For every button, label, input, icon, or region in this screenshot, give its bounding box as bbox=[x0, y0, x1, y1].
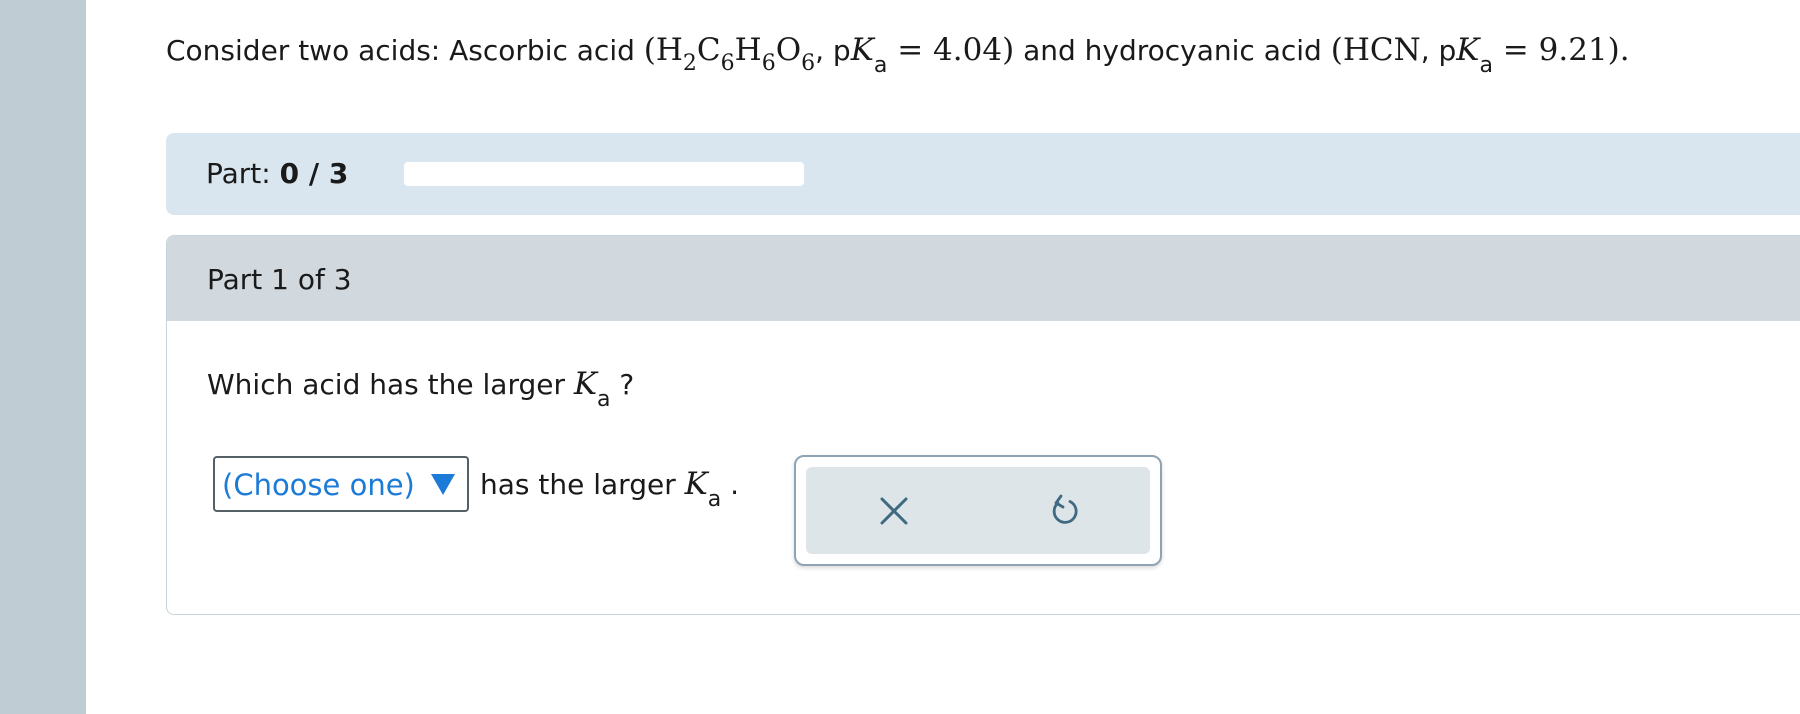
left-rail bbox=[0, 0, 86, 714]
undo-icon bbox=[1052, 494, 1078, 524]
dropdown-arrow-icon bbox=[431, 474, 455, 495]
formula-subscript: 6 bbox=[761, 51, 776, 76]
a-subscript: a bbox=[597, 387, 611, 412]
formula-subscript: 6 bbox=[720, 51, 735, 76]
formula-part: C bbox=[696, 32, 721, 68]
a-subscript: a bbox=[1479, 53, 1493, 78]
hcn-pka-value: = 9.21) bbox=[1492, 32, 1620, 68]
suffix-period: . bbox=[721, 468, 740, 501]
a-subscript: a bbox=[873, 53, 888, 78]
ascorbic-pka-value: = 4.04) bbox=[887, 32, 1015, 68]
answer-row: (Choose one) has the larger Ka . bbox=[213, 456, 739, 512]
stem-end: . bbox=[1619, 32, 1630, 68]
x-icon bbox=[880, 497, 908, 525]
stem-mid: and hydrocyanic acid bbox=[1014, 34, 1331, 67]
prompt-question-mark: ? bbox=[610, 368, 635, 401]
part-card: Part 1 of 3 Which acid has the larger Ka… bbox=[166, 235, 1800, 615]
dropdown-value: (Choose one) bbox=[222, 468, 415, 502]
part-progress-label: Part: 0 / 3 bbox=[206, 157, 348, 190]
hcn-formula: (HCN bbox=[1330, 32, 1421, 68]
part-progress-bar: Part: 0 / 3 bbox=[166, 133, 1800, 215]
pka-prefix: , p bbox=[815, 34, 851, 67]
undo-button[interactable] bbox=[1039, 485, 1091, 537]
answer-tools-panel bbox=[794, 455, 1162, 566]
k-symbol: K bbox=[684, 466, 708, 502]
k-symbol: K bbox=[850, 32, 874, 68]
answer-tools-inner bbox=[806, 467, 1150, 554]
suffix-text: has the larger bbox=[480, 468, 685, 501]
formula-subscript: 2 bbox=[682, 51, 697, 76]
a-subscript: a bbox=[707, 487, 722, 512]
formula-part: O bbox=[775, 32, 802, 68]
k-symbol: K bbox=[1456, 32, 1480, 68]
stem-intro: Consider two acids: Ascorbic acid bbox=[166, 34, 644, 67]
formula-part: (H bbox=[643, 32, 683, 68]
question-stem: Consider two acids: Ascorbic acid (H2C6H… bbox=[166, 30, 1800, 77]
clear-button[interactable] bbox=[868, 485, 920, 537]
part-header: Part 1 of 3 bbox=[167, 236, 1800, 321]
progress-value: 0 / 3 bbox=[279, 157, 349, 190]
formula-subscript: 6 bbox=[801, 51, 816, 76]
k-symbol: K bbox=[573, 366, 598, 402]
prompt-text: Which acid has the larger bbox=[207, 368, 574, 401]
acid-choice-dropdown[interactable]: (Choose one) bbox=[213, 456, 469, 512]
progress-track bbox=[404, 162, 804, 186]
part-title: Part 1 of 3 bbox=[207, 263, 352, 296]
answer-suffix: has the larger Ka . bbox=[480, 466, 740, 511]
question-prompt: Which acid has the larger Ka ? bbox=[207, 366, 635, 411]
formula-part: H bbox=[734, 32, 762, 68]
ascorbic-formula: (H2C6H6O6 bbox=[643, 32, 815, 75]
pka-prefix: , p bbox=[1420, 34, 1457, 67]
progress-label-text: Part: bbox=[206, 157, 280, 190]
main-content: Consider two acids: Ascorbic acid (H2C6H… bbox=[166, 0, 1800, 714]
